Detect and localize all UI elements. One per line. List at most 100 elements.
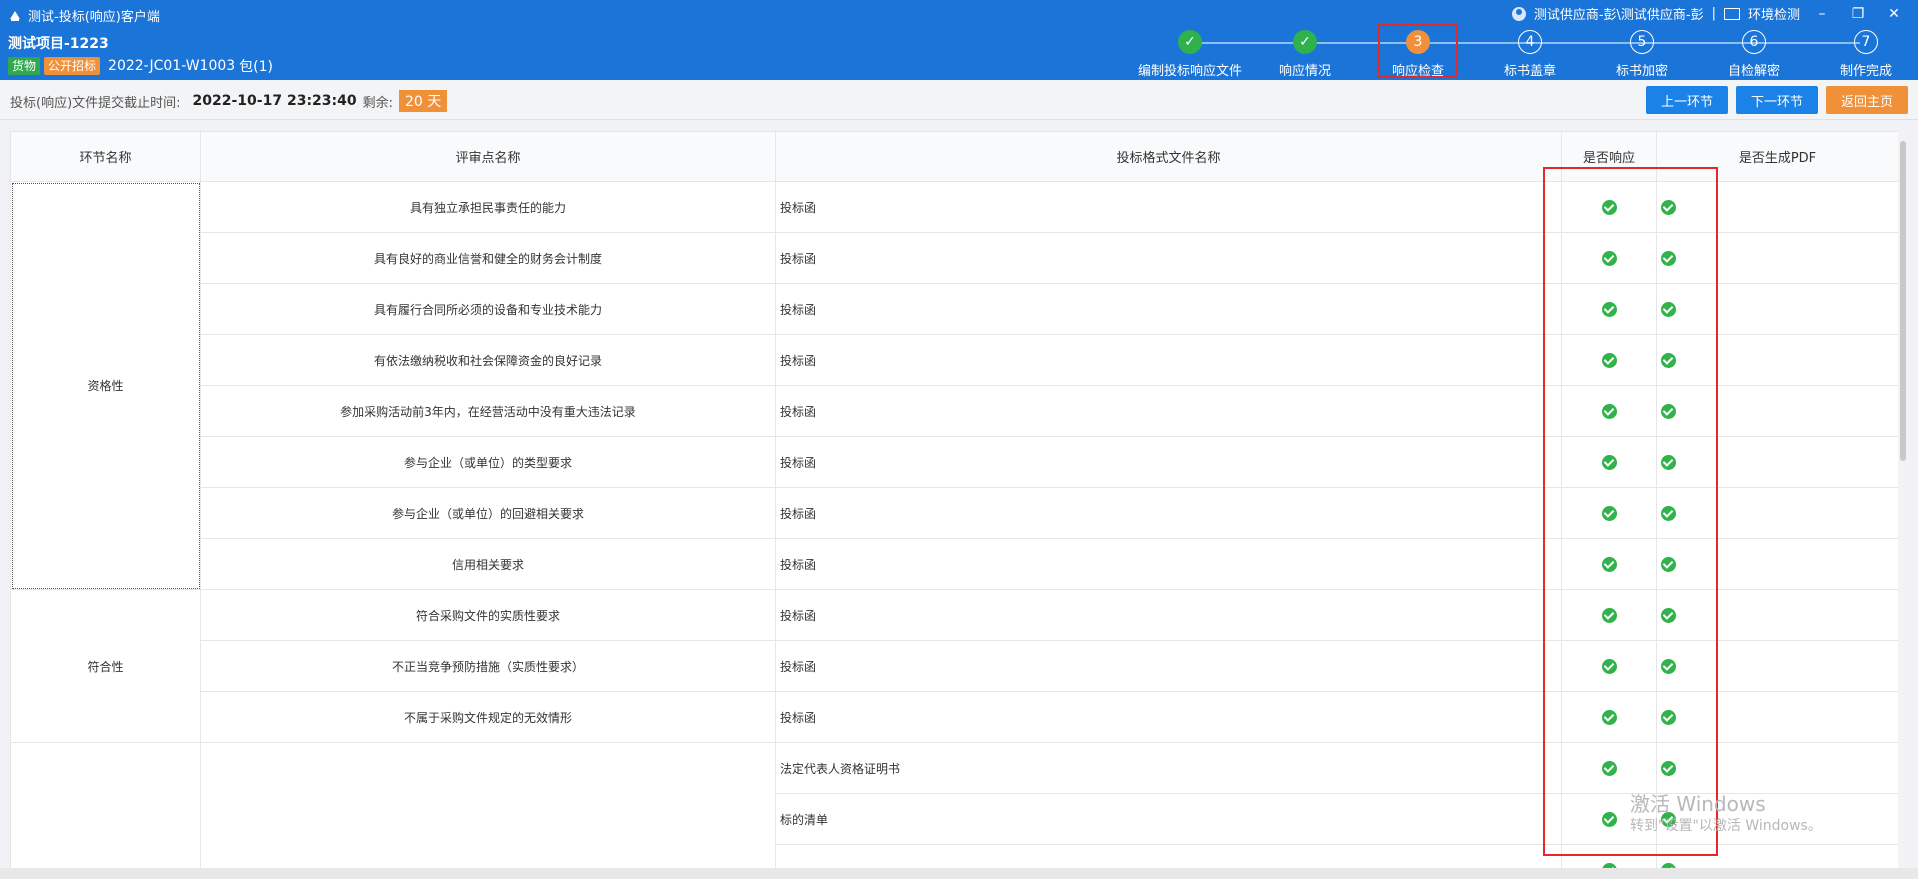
remain-label: 剩余: (362, 95, 393, 111)
responded-cell (1561, 487, 1657, 539)
responded-cell (1561, 232, 1657, 284)
app-header: 测试-投标(响应)客户端 测试项目-1223 货物 公开招标 2022-JC01… (0, 0, 1918, 80)
restore-button[interactable]: ❐ (1844, 6, 1872, 22)
point-cell: 有依法缴纳税收和社会保障资金的良好记录 (200, 334, 776, 386)
header-point: 评审点名称 (200, 131, 776, 182)
doc-cell: 投标函 (775, 181, 1562, 233)
table-row[interactable]: 资格性 具有独立承担民事责任的能力 投标函 (10, 181, 1898, 590)
check-icon (1661, 658, 1676, 674)
header-doc: 投标格式文件名称 (775, 131, 1562, 182)
table-row[interactable]: 参加采购活动前3年内，在经营活动中没有重大违法记录 投标函 (11, 385, 1898, 437)
deadline-time: 2022-10-17 23:23:40 (192, 93, 357, 109)
check-icon (1601, 709, 1617, 725)
responded-cell (1561, 436, 1657, 488)
pdf-cell (1656, 334, 1898, 386)
app-logo-icon (10, 10, 20, 21)
header-pdf: 是否生成PDF (1656, 131, 1898, 182)
table-scrollbar[interactable] (1898, 131, 1908, 868)
table-row[interactable]: 信用相关要求 投标函 (11, 538, 1898, 590)
responded-cell (1561, 385, 1657, 437)
watermark-title: 激活 Windows (1630, 792, 1766, 816)
step-label: 响应情况 (1278, 64, 1331, 79)
doc-cell (775, 844, 1562, 868)
point-cell: 参与企业（或单位）的回避相关要求 (200, 487, 776, 539)
check-icon (1661, 556, 1676, 572)
step-6[interactable]: 6 自检解密 (1694, 30, 1814, 79)
pdf-cell (1656, 487, 1898, 539)
tag-goods: 货物 (8, 57, 41, 75)
step-2[interactable]: ✓ 响应情况 (1245, 30, 1365, 79)
step-1[interactable]: ✓ 编制投标响应文件 (1130, 30, 1250, 79)
point-cell: 具有履行合同所必须的设备和专业技术能力 (200, 283, 776, 335)
doc-cell: 法定代表人资格证明书 (775, 742, 1562, 794)
check-icon (1601, 505, 1617, 521)
bottom-edge (0, 868, 1918, 879)
check-icon (1661, 709, 1676, 725)
pdf-cell (1656, 844, 1898, 868)
doc-cell: 投标函 (775, 385, 1562, 437)
check-icon (1661, 301, 1676, 317)
table-row[interactable]: 不属于采购文件规定的无效情形 投标函 (11, 691, 1898, 743)
point-cell: 符合采购文件的实质性要求 (200, 589, 776, 641)
scrollbar-thumb[interactable] (1900, 141, 1906, 461)
step-label: 制作完成 (1839, 64, 1892, 79)
watermark-subtitle: 转到"设置"以激活 Windows。 (1630, 818, 1822, 834)
check-icon (1661, 760, 1676, 776)
pdf-cell (1656, 385, 1898, 437)
check-icon (1661, 352, 1676, 368)
responded-cell (1561, 181, 1657, 233)
pdf-cell (1656, 436, 1898, 488)
progress-steps: ✓ 编制投标响应文件 ✓ 响应情况 3 响应检查 4 标书盖章 5 标书加密 6… (1130, 30, 1918, 79)
home-button[interactable]: 返回主页 (1826, 86, 1908, 114)
close-button[interactable]: ✕ (1880, 6, 1908, 22)
table-row[interactable]: 具有良好的商业信誉和健全的财务会计制度 投标函 (11, 232, 1898, 284)
pdf-cell (1656, 742, 1898, 794)
doc-cell: 投标函 (775, 232, 1562, 284)
user-name[interactable]: 测试供应商-彭\测试供应商-彭 (1534, 4, 1704, 23)
point-cell: 不正当竞争预防措施（实质性要求） (200, 640, 776, 692)
table-row[interactable]: 符合性 符合采购文件的实质性要求 投标函 (10, 589, 1898, 743)
pdf-cell (1656, 589, 1898, 641)
check-icon (1661, 505, 1676, 521)
step-4[interactable]: 4 标书盖章 (1470, 30, 1590, 79)
responded-cell (1561, 640, 1657, 692)
step-5[interactable]: 5 标书加密 (1582, 30, 1702, 79)
point-cell: 信用相关要求 (200, 538, 776, 590)
pdf-cell (1656, 538, 1898, 590)
responded-cell (1561, 334, 1657, 386)
next-step-button[interactable]: 下一环节 (1736, 86, 1818, 114)
step-7[interactable]: 7 制作完成 (1806, 30, 1918, 79)
point-cell: 不属于采购文件规定的无效情形 (200, 691, 776, 743)
current-step-highlight (1378, 24, 1458, 78)
point-cell: 参与企业（或单位）的类型要求 (200, 436, 776, 488)
check-icon (1661, 403, 1676, 419)
point-cell: 参加采购活动前3年内，在经营活动中没有重大违法记录 (200, 385, 776, 437)
table-row[interactable]: 参与企业（或单位）的类型要求 投标函 (11, 436, 1898, 488)
doc-cell: 投标函 (775, 538, 1562, 590)
check-icon (1601, 760, 1617, 776)
table-row[interactable]: 法定代表人资格证明书 (10, 742, 1898, 868)
check-icon (1601, 301, 1617, 317)
table-row[interactable]: 参与企业（或单位）的回避相关要求 投标函 (11, 487, 1898, 539)
minimize-button[interactable]: – (1808, 6, 1836, 22)
pdf-cell (1656, 181, 1898, 233)
check-table-container: 环节名称 评审点名称 投标格式文件名称 是否响应 是否生成PDF 资格性 具有独… (10, 131, 1898, 868)
check-icon (1601, 607, 1617, 623)
check-table: 环节名称 评审点名称 投标格式文件名称 是否响应 是否生成PDF 资格性 具有独… (10, 131, 1898, 868)
doc-cell: 投标函 (775, 436, 1562, 488)
table-row[interactable]: 不正当竞争预防措施（实质性要求） 投标函 (11, 640, 1898, 692)
check-icon (1661, 250, 1676, 266)
window-right-controls: 测试供应商-彭\测试供应商-彭 | 环境检测 – ❐ ✕ (1511, 4, 1908, 23)
table-row[interactable]: 具有履行合同所必须的设备和专业技术能力 投标函 (11, 283, 1898, 335)
window-title: 测试-投标(响应)客户端 (28, 10, 160, 25)
check-icon: ✓ (1178, 30, 1202, 54)
prev-step-button[interactable]: 上一环节 (1646, 86, 1728, 114)
table-row[interactable]: 有依法缴纳税收和社会保障资金的良好记录 投标函 (11, 334, 1898, 386)
env-check-link[interactable]: 环境检测 (1748, 4, 1800, 23)
check-icon (1601, 556, 1617, 572)
project-name: 测试项目-1223 (8, 36, 109, 52)
windows-activation-watermark: 激活 Windows 转到"设置"以激活 Windows。 (1630, 792, 1822, 836)
step-number: 4 (1518, 30, 1542, 54)
project-package: 包(1) (239, 59, 274, 75)
title-bar: 测试-投标(响应)客户端 (8, 6, 160, 25)
